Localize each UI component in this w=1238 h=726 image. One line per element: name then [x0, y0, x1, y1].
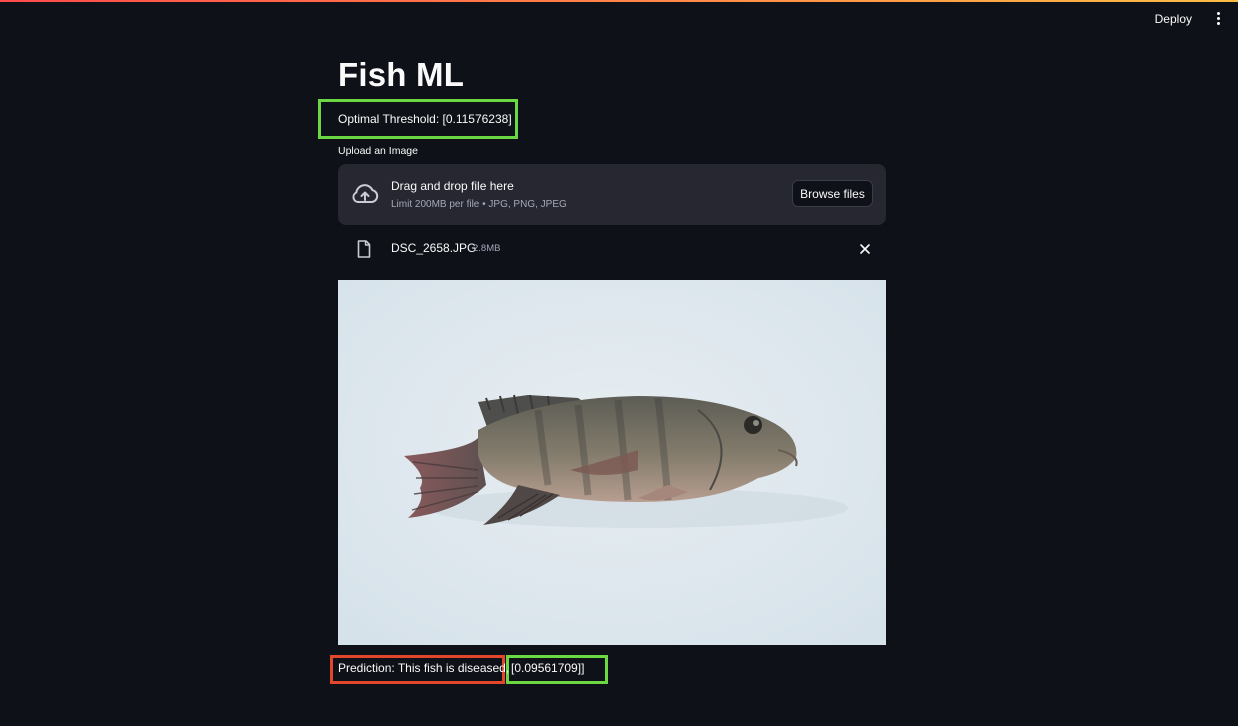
remove-file-close-icon[interactable]	[858, 242, 872, 256]
threshold-text: Optimal Threshold: [0.11576238]	[338, 112, 512, 126]
prediction-score: [0.09561709]]	[511, 661, 585, 675]
uploaded-fish-image	[338, 280, 886, 645]
deploy-button[interactable]: Deploy	[1149, 10, 1198, 28]
uploaded-file-size: 2.8MB	[473, 243, 501, 254]
dropzone-instructions: Drag and drop file here	[391, 179, 514, 193]
browse-files-button[interactable]: Browse files	[792, 180, 873, 207]
prediction-text: Prediction: This fish is diseased,	[338, 661, 510, 675]
file-dropzone[interactable]: Drag and drop file here Limit 200MB per …	[338, 164, 886, 225]
dropzone-limit-text: Limit 200MB per file • JPG, PNG, JPEG	[391, 199, 567, 210]
uploaded-file-row: DSC_2658.JPG 2.8MB	[338, 236, 886, 262]
top-accent-bar	[0, 0, 1238, 2]
page-title: Fish ML	[338, 56, 465, 93]
file-icon	[357, 240, 371, 258]
kebab-menu-icon[interactable]	[1212, 9, 1224, 27]
uploaded-file-name: DSC_2658.JPG	[391, 241, 477, 255]
upload-label: Upload an Image	[338, 145, 418, 157]
cloud-upload-icon	[352, 184, 379, 203]
